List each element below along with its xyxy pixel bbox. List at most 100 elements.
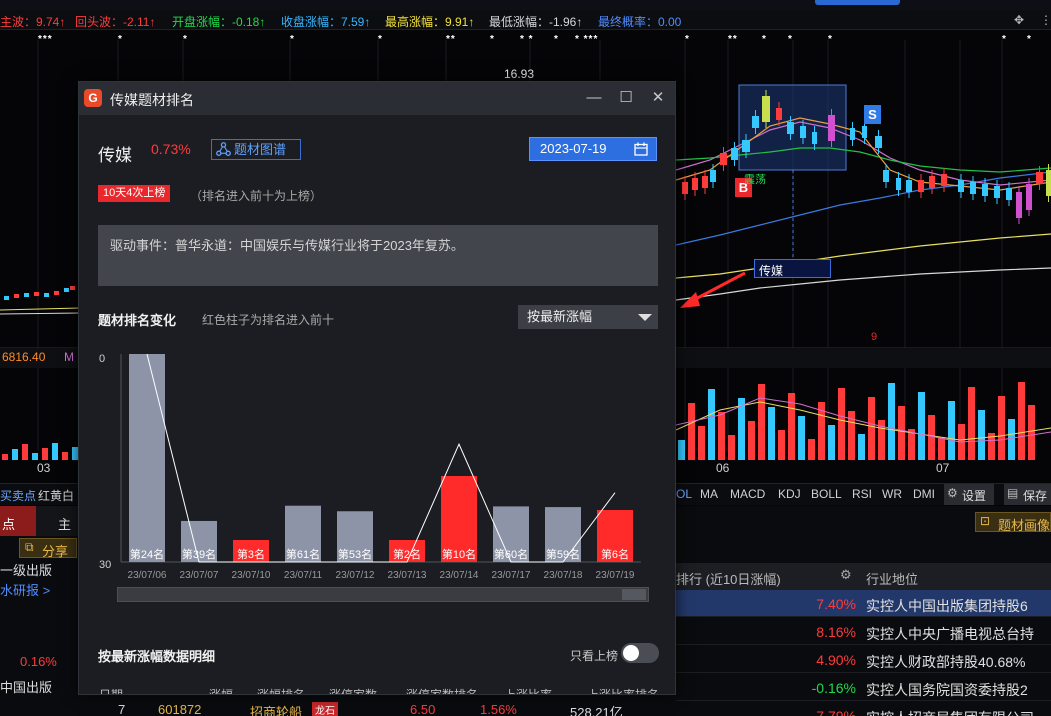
col-rank[interactable]: 排行 (近10日涨幅) (676, 569, 781, 588)
move-icon[interactable]: ✥ (1014, 13, 1024, 27)
tab-dmi[interactable]: DMI (913, 487, 935, 501)
detail-col-limit-up-rank[interactable]: 涨停家数排名 (406, 686, 478, 694)
candle-body-4 (720, 153, 727, 165)
tab-rsi[interactable]: RSI (852, 487, 872, 501)
rank-bar-label-6: 第10名 (442, 547, 476, 561)
left-candle-6 (64, 288, 69, 292)
maximize-icon[interactable]: ☐ (615, 88, 637, 108)
close-icon[interactable]: ✕ (647, 88, 669, 108)
bottom-row-num: 7 (118, 702, 126, 716)
portrait-icon: ⊡ (980, 514, 991, 528)
detail-col-rise-ratio-rank[interactable]: 上涨比率排名 (587, 686, 659, 694)
candle-body-24 (970, 182, 976, 194)
sector-tag[interactable]: 传媒 (754, 259, 831, 278)
tab-point[interactable]: 点 (0, 506, 36, 536)
candle-body-0 (682, 182, 688, 194)
minimize-icon[interactable]: — (583, 88, 605, 108)
tab-buy-sell-point[interactable]: 买卖点 (0, 487, 36, 504)
sort-dropdown-label: 按最新涨幅 (527, 309, 593, 324)
tab-ol[interactable]: OL (676, 487, 692, 501)
candle-body-15 (862, 126, 867, 138)
left-ma-yellow (0, 307, 81, 311)
sector-tag-label: 传媒 (759, 264, 784, 278)
detail-col-change-rank[interactable]: 涨幅排名 (257, 686, 305, 694)
theme-graph-button[interactable]: 题材图谱 (211, 139, 301, 160)
column-gear-icon[interactable]: ⚙ (840, 567, 852, 583)
ma-line-yellow (675, 233, 1051, 279)
sort-dropdown[interactable]: 按最新涨幅 (518, 305, 658, 329)
col-industry[interactable]: 行业地位 (866, 569, 918, 588)
ranking-bar-chart: 0 30 第24名 23/07/06 第39名 23/07/07 第3名 23/07/10 第6… (99, 353, 641, 581)
detail-col-limit-up[interactable]: 涨停家数 (329, 686, 377, 694)
volume-bar-25 (928, 415, 935, 460)
bottom-row-tag: 龙石 (312, 702, 338, 716)
status-item-4: 最高涨幅：9.91↑ (385, 15, 475, 29)
theme-graph-label: 题材图谱 (234, 142, 287, 157)
detail-col-date[interactable]: 日期 (99, 686, 123, 694)
month-label-06: 06 (716, 461, 730, 475)
industry-row[interactable]: 4.90% 实控人财政部持股40.68% (676, 646, 1051, 673)
candle-body-13 (828, 115, 835, 141)
candle-body-18 (896, 178, 901, 190)
tab-boll[interactable]: BOLL (811, 487, 842, 501)
industry-row-desc: 实控人招商局集团有限公司 (866, 708, 1034, 716)
top-blue-button[interactable] (815, 0, 900, 5)
settings-button[interactable]: ⚙ 设置 (944, 484, 994, 505)
volume-bar-0 (678, 440, 685, 460)
side-price-m: M (64, 350, 74, 364)
industry-row-desc: 实控人中国出版集团持股6 (866, 598, 1028, 614)
volume-bar-7 (748, 421, 755, 460)
left-pct: 0.16% (20, 654, 57, 669)
candle-body-2 (702, 176, 708, 188)
volume-bar-24 (918, 392, 925, 460)
candle-body-28 (1016, 192, 1022, 218)
industry-row[interactable]: 7.40% 实控人中国出版集团持股6 (676, 590, 1051, 617)
research-link[interactable]: 水研报 > (0, 580, 50, 599)
tab-wr[interactable]: WR (882, 487, 902, 501)
more-icon[interactable]: ⋮ (1040, 13, 1051, 27)
tab-kdj[interactable]: KDJ (778, 487, 801, 501)
side-price: 6816.40 M (0, 349, 80, 367)
month-label-03: 03 (37, 461, 51, 475)
dialog-title-bar[interactable]: G 传媒题材排名 — ☐ ✕ (79, 82, 675, 115)
industry-row-desc: 实控人国务院国资委持股2 (866, 682, 1028, 698)
date-picker[interactable]: 2023-07-19 (529, 137, 657, 161)
theme-portrait-button[interactable]: ⊡ 题材画像 (975, 512, 1051, 533)
x-tick-6: 23/07/14 (440, 570, 479, 581)
ranking-change-title: 题材排名变化 (98, 313, 177, 328)
candle-body-19 (906, 180, 912, 192)
industry-row-pct: -0.16% (811, 680, 856, 696)
chart-scrollbar[interactable] (117, 587, 649, 602)
tab-point-label: 点 (2, 517, 16, 532)
share-icon: ⧉ (25, 540, 34, 554)
candle-body-9 (776, 108, 782, 120)
bottom-row-code: 601872 (158, 702, 202, 716)
save-button[interactable]: ▤ 保存 (1004, 484, 1051, 505)
theme-ranking-dialog: G 传媒题材排名 — ☐ ✕ 传媒 0.73% 题材图谱 2023-07-19 (78, 81, 676, 695)
share-button[interactable]: ⧉ 分享 (19, 538, 77, 559)
industry-row[interactable]: 8.16% 实控人中央广播电视总台持 (676, 618, 1051, 645)
industry-row[interactable]: 7.79% 实控人招商局集团有限公司 (676, 702, 1051, 716)
theme-portrait-label: 题材画像 (998, 518, 1051, 533)
indicator-status-bar: 主波：9.74↑ 回头波：-2.11↑ 开盘涨幅：-0.18↑ 收盘涨幅：7.59↑ 最… (0, 10, 1051, 30)
y-tick-30: 30 (99, 559, 111, 571)
volume-bar-34 (1018, 382, 1025, 460)
scrollbar-grip[interactable] (622, 589, 646, 600)
count-nine-label: 9 (871, 331, 878, 343)
tab-ma[interactable]: MA (700, 487, 718, 501)
left-volume-bar-5 (52, 443, 58, 460)
sell-marker[interactable]: S (864, 105, 881, 124)
detail-col-rise-ratio[interactable]: 上涨比率 (504, 686, 552, 694)
left-candle-7 (70, 286, 75, 290)
ma-line-blue (675, 171, 1051, 246)
only-listed-toggle[interactable] (621, 643, 659, 663)
tab-macd[interactable]: MACD (730, 487, 765, 501)
industry-row[interactable]: -0.16% 实控人国务院国资委持股2 (676, 674, 1051, 701)
save-icon: ▤ (1007, 486, 1019, 500)
tab-red-yellow-white[interactable]: 红黄白 (38, 487, 74, 504)
bottom-row[interactable]: 7 601872 招商轮船 龙石 6.50 1.56% 528.21亿 (118, 702, 676, 716)
price-high-label: 16.93 (504, 67, 535, 81)
detail-col-change[interactable]: 涨幅 (209, 686, 233, 694)
volume-bar-12 (798, 416, 805, 460)
tab-main[interactable]: 主 (36, 506, 78, 536)
